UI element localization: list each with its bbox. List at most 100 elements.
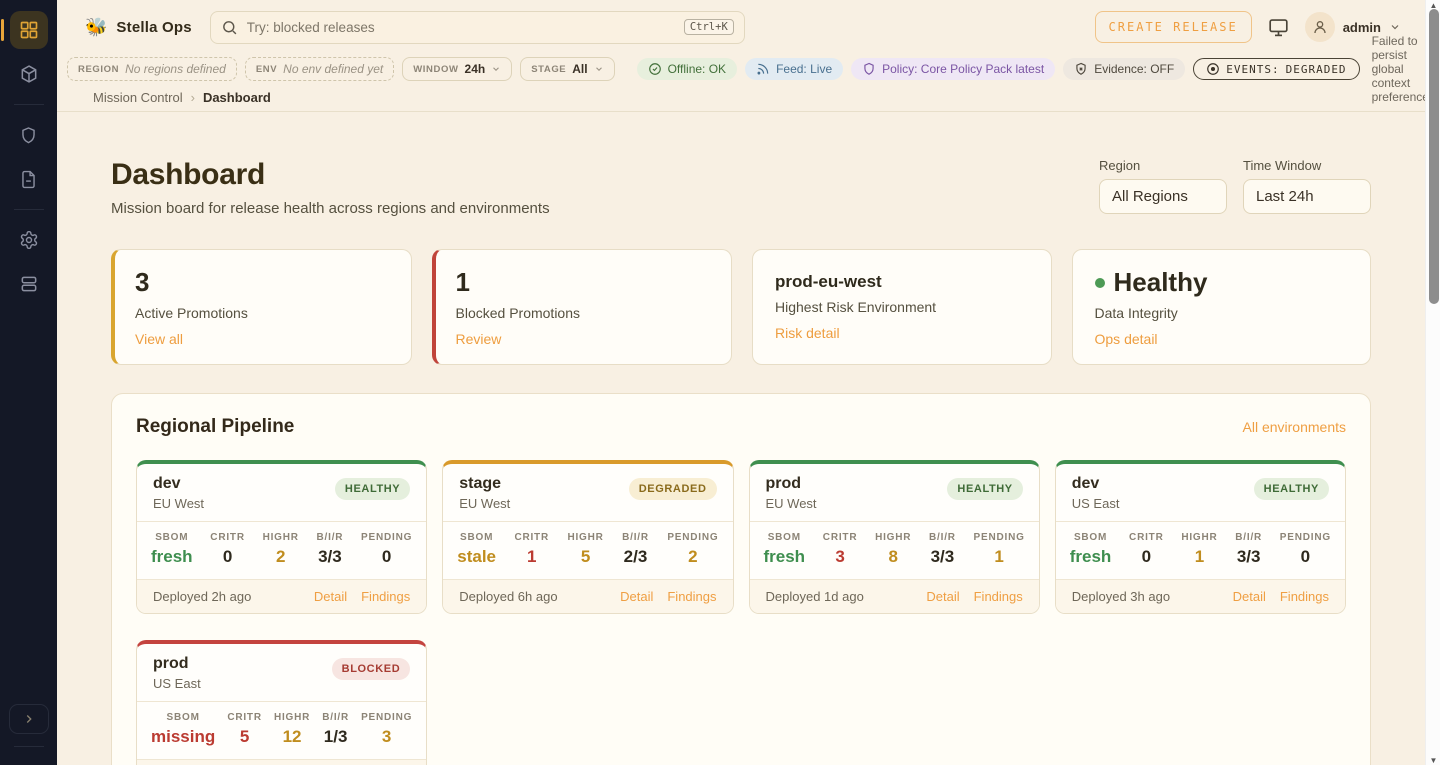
summary-card: Healthy Data Integrity Ops detail	[1072, 249, 1372, 365]
stat-value: fresh	[151, 547, 193, 567]
region-filter-label: Region	[1099, 158, 1227, 173]
pipeline-env-name: prod	[766, 475, 817, 493]
stage-context-dropdown[interactable]: STAGE All	[520, 57, 614, 81]
sidebar-divider	[14, 209, 44, 210]
search-input[interactable]	[247, 20, 675, 35]
create-release-button[interactable]: CREATE RELEASE	[1095, 11, 1252, 43]
pipeline-card-footer: Deployed 3d ago Detail Findings	[137, 759, 426, 765]
stat-label: SBOM	[457, 532, 496, 543]
events-status-chip[interactable]: EVENTS: DEGRADED	[1193, 58, 1359, 80]
stat-critr: CRITR 0	[1129, 532, 1164, 567]
stat-critr: CRITR 1	[514, 532, 549, 567]
stat-sbom: SBOM fresh	[151, 532, 193, 567]
sidebar-item-security[interactable]	[10, 116, 48, 154]
stat-label: B/I/R	[1235, 532, 1262, 543]
detail-link[interactable]: Detail	[314, 589, 347, 604]
stat-bir: B/I/R 2/3	[622, 532, 649, 567]
sidebar-item-packages[interactable]	[10, 55, 48, 93]
stat-value: fresh	[764, 547, 806, 567]
vertical-scrollbar[interactable]: ▲ ▼	[1425, 0, 1440, 765]
summary-card-link[interactable]: Risk detail	[775, 325, 1029, 341]
pipeline-region-name: US East	[153, 676, 201, 691]
pipeline-card-titles: prod US East	[153, 655, 201, 691]
stat-label: HIGHR	[875, 532, 911, 543]
summary-value-text: 1	[456, 267, 470, 298]
sidebar-item-settings[interactable]	[10, 221, 48, 259]
scroll-down-arrow-icon[interactable]: ▼	[1426, 755, 1440, 765]
feed-status-chip[interactable]: Feed: Live	[745, 58, 843, 80]
breadcrumb-parent[interactable]: Mission Control	[93, 90, 183, 105]
stat-label: CRITR	[823, 532, 858, 543]
summary-card-value: 3	[135, 267, 389, 298]
time-window-filter-label: Time Window	[1243, 158, 1371, 173]
region-filter-select[interactable]: All Regions	[1099, 179, 1227, 214]
pipeline-card: dev EU West HEALTHY SBOM fresh CRITR 0 H…	[136, 460, 427, 614]
stat-critr: CRITR 0	[210, 532, 245, 567]
stat-value: 0	[210, 547, 245, 567]
header-actions: CREATE RELEASE admin	[1095, 11, 1401, 43]
sidebar-item-dashboard[interactable]	[10, 11, 48, 49]
summary-card-link[interactable]: Ops detail	[1095, 331, 1349, 347]
display-mode-button[interactable]	[1268, 17, 1289, 38]
app-logo-icon: 🐝	[85, 17, 107, 38]
env-chip-label: ENV	[256, 64, 277, 75]
stat-value: 12	[274, 727, 310, 747]
findings-link[interactable]: Findings	[974, 589, 1023, 604]
pipeline-card-links: Detail Findings	[1233, 589, 1329, 604]
health-dot-icon	[1095, 278, 1105, 288]
stat-label: PENDING	[361, 532, 412, 543]
findings-link[interactable]: Findings	[361, 589, 410, 604]
shield-icon	[19, 126, 38, 145]
summary-card-label: Active Promotions	[135, 305, 389, 321]
stat-value: 2	[263, 547, 299, 567]
stat-value: 3	[823, 547, 858, 567]
summary-card-link[interactable]: View all	[135, 331, 389, 347]
breadcrumb-separator-icon: ›	[191, 90, 195, 105]
pipeline-card: stage EU West DEGRADED SBOM stale CRITR …	[442, 460, 733, 614]
sidebar-item-documents[interactable]	[10, 160, 48, 198]
page-title: Dashboard	[111, 158, 550, 192]
stat-highr: HIGHR 8	[875, 532, 911, 567]
user-name: admin	[1343, 20, 1381, 35]
sidebar-divider	[14, 104, 44, 105]
pipeline-region-name: EU West	[153, 496, 204, 511]
detail-link[interactable]: Detail	[926, 589, 959, 604]
summary-card-link[interactable]: Review	[456, 331, 710, 347]
time-window-filter-select[interactable]: Last 24h	[1243, 179, 1371, 214]
pipeline-grid: dev EU West HEALTHY SBOM fresh CRITR 0 H…	[136, 460, 1346, 765]
findings-link[interactable]: Findings	[667, 589, 716, 604]
scrollbar-thumb[interactable]	[1429, 9, 1439, 304]
global-search[interactable]: Ctrl+K	[210, 11, 745, 44]
stat-label: B/I/R	[317, 532, 344, 543]
stat-label: B/I/R	[929, 532, 956, 543]
stat-value: 1	[514, 547, 549, 567]
summary-card: 3 Active Promotions View all	[111, 249, 412, 365]
time-window-filter: Time Window Last 24h	[1243, 158, 1371, 214]
detail-link[interactable]: Detail	[1233, 589, 1266, 604]
pipeline-card-head: prod US East BLOCKED	[137, 644, 426, 701]
stat-label: SBOM	[151, 532, 193, 543]
sidebar-expand-button[interactable]	[9, 704, 49, 734]
all-environments-link[interactable]: All environments	[1243, 419, 1347, 435]
stat-pending: PENDING 1	[974, 532, 1025, 567]
stat-value: 1/3	[322, 727, 349, 747]
circle-dot-icon	[1206, 62, 1220, 76]
avatar	[1305, 12, 1335, 42]
stat-label: HIGHR	[274, 712, 310, 723]
evidence-status-chip[interactable]: Evidence: OFF	[1063, 58, 1185, 80]
window-context-dropdown[interactable]: WINDOW 24h	[402, 57, 512, 81]
pipeline-card: dev US East HEALTHY SBOM fresh CRITR 0 H…	[1055, 460, 1346, 614]
sidebar-item-infrastructure[interactable]	[10, 265, 48, 303]
main-area: 🐝 Stella Ops Ctrl+K CREATE RELEASE	[57, 0, 1425, 765]
findings-link[interactable]: Findings	[1280, 589, 1329, 604]
region-filter: Region All Regions	[1099, 158, 1227, 214]
deployed-timestamp: Deployed 1d ago	[766, 589, 864, 604]
stat-highr: HIGHR 5	[567, 532, 603, 567]
events-chip-label: EVENTS:	[1226, 63, 1279, 76]
pipeline-stats: SBOM missing CRITR 5 HIGHR 12 B/I/R 1/3 …	[137, 701, 426, 759]
stat-value: 3	[361, 727, 412, 747]
offline-status-chip[interactable]: Offline: OK	[637, 58, 737, 80]
detail-link[interactable]: Detail	[620, 589, 653, 604]
policy-status-chip[interactable]: Policy: Core Policy Pack latest	[851, 58, 1055, 80]
stat-value: 0	[1280, 547, 1331, 567]
